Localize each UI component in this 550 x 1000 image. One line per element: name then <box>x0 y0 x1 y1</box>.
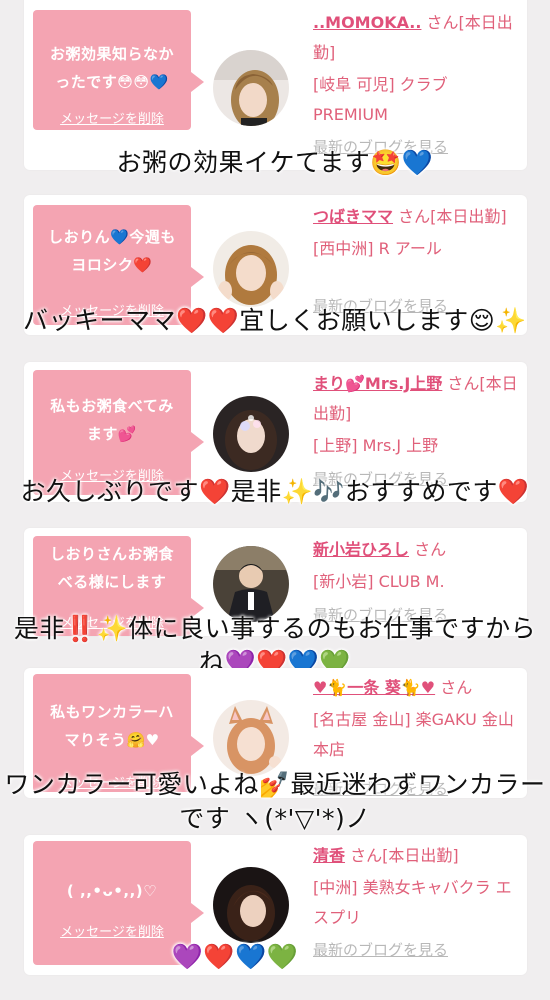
work-status: さん <box>409 540 447 559</box>
profile-name-link[interactable]: 新小岩ひろし <box>313 540 409 559</box>
message-line-2: マりそう🤗♥ <box>64 731 160 749</box>
profile-info: まり💕Mrs.J上野 さん[本日出勤] [上野] Mrs.J 上野 <box>313 369 518 461</box>
work-status: さん[本日出勤] <box>393 207 507 226</box>
overlay-caption-2: バッキーママ❤️❤️宜しくお願いします😌✨ <box>23 306 527 335</box>
message-line-2: ヨロシク❤️ <box>71 256 153 274</box>
profile-name-link[interactable]: つばきママ <box>313 207 393 226</box>
store-info: [新小岩] CLUB M. <box>313 572 445 591</box>
message-line-2: べる様にします <box>57 573 167 591</box>
overlay-caption-3: お久しぶりです❤️是非✨🎶おすすめです❤️ <box>20 477 530 506</box>
profile-name-link[interactable]: まり💕Mrs.J上野 <box>313 374 442 393</box>
delete-message-link[interactable]: メッセージを削除 <box>33 921 191 940</box>
message-line-1: 私もお粥食べてみ <box>50 397 174 415</box>
avatar[interactable] <box>213 50 289 126</box>
message-line-1: 私もワンカラーハ <box>50 703 174 721</box>
avatar[interactable] <box>213 867 289 943</box>
avatar[interactable] <box>213 546 289 622</box>
message-text: しおりん💙今週も ヨロシク❤️ <box>39 223 185 279</box>
delete-message-link[interactable]: メッセージを削除 <box>33 108 191 127</box>
message-line-1: しおりさんお粥食 <box>49 545 174 563</box>
message-text: お粥効果知らなか ったです😳😳💙 <box>39 40 185 96</box>
profile-info: ♥🐈一条 葵🐈♥ さん [名古屋 金山] 楽GAKU 金山本店 <box>313 673 518 765</box>
store-info: [中洲] 美熟女キャバクラ エスプリ <box>313 878 512 927</box>
avatar-photo <box>213 231 289 307</box>
profile-name-link[interactable]: 清香 <box>313 846 345 865</box>
overlay-caption-5: ワンカラー可愛いよね💅最近迷わずワンカラーです ヽ(*'▽'*)ノ <box>4 770 546 833</box>
avatar-photo <box>213 700 289 776</box>
profile-info: ..MOMOKA.. さん[本日出勤] [岐阜 可児] クラブPREMIUM <box>313 8 518 130</box>
avatar-photo <box>213 867 289 943</box>
avatar[interactable] <box>213 231 289 307</box>
avatar-photo <box>213 396 289 472</box>
avatar[interactable] <box>213 396 289 472</box>
store-info: [岐阜 可児] クラブPREMIUM <box>313 75 448 124</box>
work-status: さん <box>435 678 473 697</box>
profile-name-link[interactable]: ♥🐈一条 葵🐈♥ <box>313 678 435 697</box>
profile-name-link[interactable]: ..MOMOKA.. <box>313 13 421 32</box>
store-info: [西中洲] R アール <box>313 239 442 258</box>
message-text: 私もお粥食べてみ ます💕 <box>39 392 185 448</box>
profile-info: つばきママ さん[本日出勤] [西中洲] R アール <box>313 202 518 264</box>
avatar[interactable] <box>213 700 289 776</box>
message-text: 私もワンカラーハ マりそう🤗♥ <box>39 698 185 754</box>
message-text: しおりさんお粥食 べる様にします <box>39 540 185 596</box>
work-status: さん[本日出勤] <box>345 846 459 865</box>
message-line-2: ったです😳😳💙 <box>55 73 169 91</box>
profile-info: 新小岩ひろし さん [新小岩] CLUB M. <box>313 535 518 597</box>
message-bubble: お粥効果知らなか ったです😳😳💙 メッセージを削除 <box>33 10 204 130</box>
message-line-1: お粥効果知らなか <box>49 45 174 63</box>
post-card-1: お粥効果知らなか ったです😳😳💙 メッセージを削除 ..MOMOKA.. さん[… <box>24 0 527 170</box>
message-line-1: しおりん💙今週も <box>48 228 176 246</box>
store-info: [名古屋 金山] 楽GAKU 金山本店 <box>313 710 514 759</box>
message-line-1: ( ,,•ᴗ•,,)♡ <box>66 882 158 900</box>
message-text: ( ,,•ᴗ•,,)♡ <box>39 877 185 905</box>
profile-info: 清香 さん[本日出勤] [中洲] 美熟女キャバクラ エスプリ <box>313 841 518 933</box>
avatar-photo <box>213 50 289 126</box>
overlay-caption-1: お粥の効果イケてます🤩💙 <box>116 148 434 177</box>
store-info: [上野] Mrs.J 上野 <box>313 436 439 455</box>
overlay-caption-6: 💜❤️💙💚 <box>171 942 299 971</box>
avatar-photo <box>213 546 289 622</box>
message-line-2: ます💕 <box>86 425 138 443</box>
